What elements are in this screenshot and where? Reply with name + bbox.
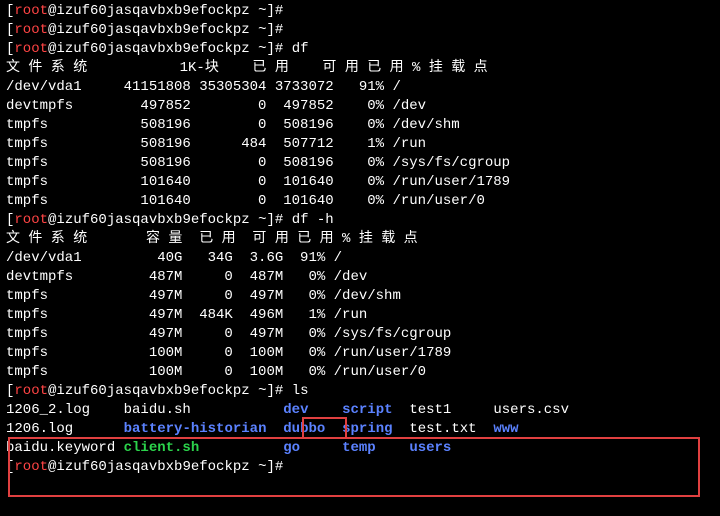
ls-item: users.csv	[493, 402, 569, 418]
dfh-header: 文 件 系 统 容 量 已 用 可 用 已 用 % 挂 载 点	[6, 230, 714, 249]
ls-row: baidu.keyword client.sh go temp users	[6, 439, 714, 458]
ls-item: 1206.log	[6, 421, 73, 437]
dfh-row: tmpfs 100M 0 100M 0% /run/user/1789	[6, 344, 714, 363]
df-row: tmpfs 508196 0 508196 0% /dev/shm	[6, 116, 714, 135]
prompt-line: [root@izuf60jasqavbxb9efockpz ~]# df	[6, 40, 714, 59]
ls-item: client.sh	[124, 440, 200, 456]
ls-item: 1206_2.log	[6, 402, 90, 418]
prompt-line: [root@izuf60jasqavbxb9efockpz ~]#	[6, 21, 714, 40]
ls-item: baidu.sh	[124, 402, 191, 418]
ls-item: www	[493, 421, 518, 437]
ls-row: 1206.log battery-historian dubbo spring …	[6, 420, 714, 439]
df-row: tmpfs 101640 0 101640 0% /run/user/0	[6, 192, 714, 211]
ls-item: spring	[342, 421, 392, 437]
dfh-row: tmpfs 497M 484K 496M 1% /run	[6, 306, 714, 325]
ls-item: baidu.keyword	[6, 440, 115, 456]
prompt-line: [root@izuf60jasqavbxb9efockpz ~]#	[6, 458, 714, 477]
prompt-line: [root@izuf60jasqavbxb9efockpz ~]# df -h	[6, 211, 714, 230]
terminal-output[interactable]: [root@izuf60jasqavbxb9efockpz ~]# [root@…	[6, 2, 714, 477]
dfh-row: devtmpfs 487M 0 487M 0% /dev	[6, 268, 714, 287]
command-ls: ls	[292, 383, 309, 399]
df-row: tmpfs 508196 0 508196 0% /sys/fs/cgroup	[6, 154, 714, 173]
ls-item: temp	[342, 440, 376, 456]
dfh-row: tmpfs 497M 0 497M 0% /dev/shm	[6, 287, 714, 306]
ls-item: test1	[409, 402, 451, 418]
command-dfh: df -h	[292, 212, 334, 228]
dfh-row: /dev/vda1 40G 34G 3.6G 91% /	[6, 249, 714, 268]
prompt-line: [root@izuf60jasqavbxb9efockpz ~]# ls	[6, 382, 714, 401]
ls-item: test.txt	[409, 421, 476, 437]
dfh-row: tmpfs 497M 0 497M 0% /sys/fs/cgroup	[6, 325, 714, 344]
df-row: devtmpfs 497852 0 497852 0% /dev	[6, 97, 714, 116]
ls-item: users	[409, 440, 451, 456]
dfh-row: tmpfs 100M 0 100M 0% /run/user/0	[6, 363, 714, 382]
ls-item: script	[342, 402, 392, 418]
ls-item: go	[283, 440, 300, 456]
ls-item: dubbo	[283, 421, 325, 437]
df-row: tmpfs 101640 0 101640 0% /run/user/1789	[6, 173, 714, 192]
ls-row: 1206_2.log baidu.sh dev script test1 use…	[6, 401, 714, 420]
df-row: /dev/vda1 41151808 35305304 3733072 91% …	[6, 78, 714, 97]
df-row: tmpfs 508196 484 507712 1% /run	[6, 135, 714, 154]
command-df: df	[292, 41, 309, 57]
ls-item: dev	[283, 402, 308, 418]
ls-item: battery-historian	[124, 421, 267, 437]
prompt-line: [root@izuf60jasqavbxb9efockpz ~]#	[6, 2, 714, 21]
df-header: 文 件 系 统 1K-块 已 用 可 用 已 用 % 挂 载 点	[6, 59, 714, 78]
